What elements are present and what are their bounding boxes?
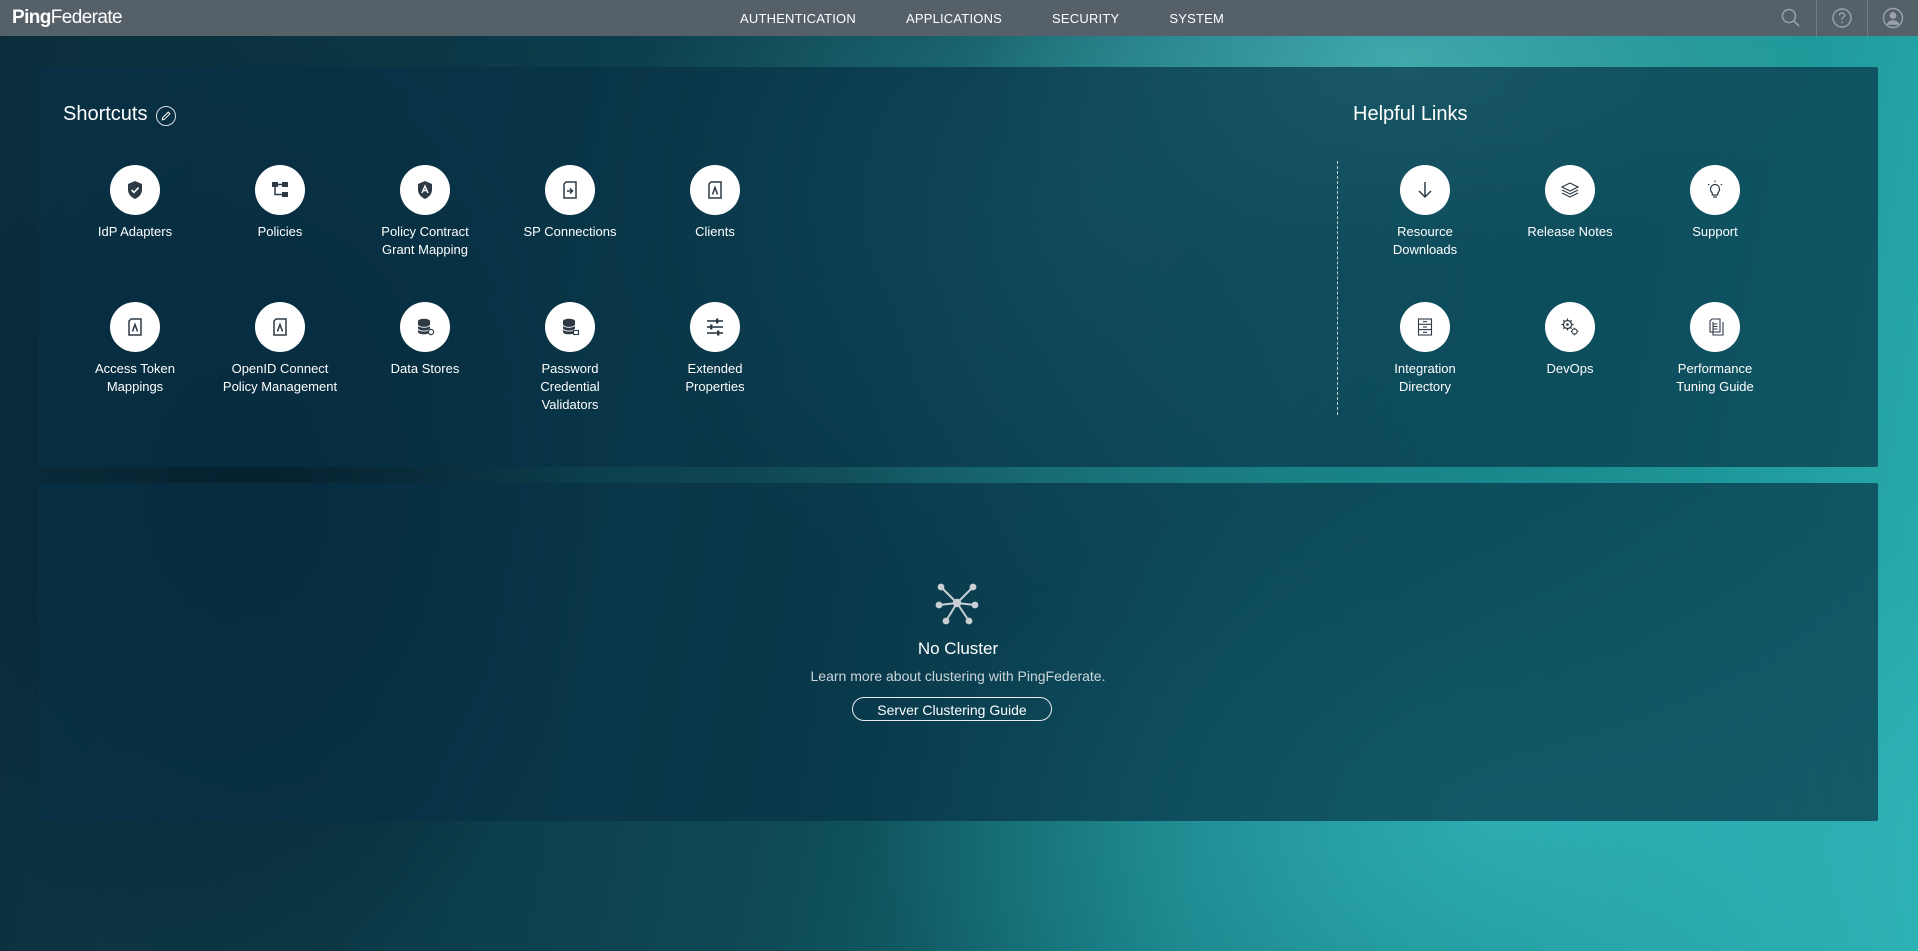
cluster-network-icon [935,583,979,625]
link-icon-circle [1400,165,1450,215]
shortcut-label: OpenID Connect Policy Management [222,361,338,394]
logo-bold-text: Ping [12,7,51,28]
shortcut-password-credential-validators[interactable]: Password Credential Validators [510,302,630,414]
shortcut-clients[interactable]: Clients [655,165,775,241]
main-nav: AUTHENTICATION APPLICATIONS SECURITY SYS… [740,0,1274,36]
section-divider [1337,161,1338,415]
sliders-icon [707,318,723,336]
shortcut-icon-circle [255,165,305,215]
shortcut-icon-circle [400,302,450,352]
top-icon-group [1766,0,1918,36]
shortcut-openid-connect-policy-management[interactable]: OpenID Connect Policy Management [220,302,340,396]
shortcut-label: Extended Properties [685,361,745,394]
shortcut-icon-circle [690,302,740,352]
shortcut-icon-circle [255,302,305,352]
gears-icon [1561,318,1579,336]
link-icon-circle [1400,302,1450,352]
download-arrow-icon [1418,182,1432,199]
shortcut-idp-adapters[interactable]: IdP Adapters [75,165,195,241]
nav-applications[interactable]: APPLICATIONS [906,11,1002,26]
shortcut-extended-properties[interactable]: Extended Properties [655,302,775,396]
top-navigation-bar: PingFederate AUTHENTICATION APPLICATIONS… [0,0,1918,36]
shortcut-label: Policy Contract Grant Mapping [381,224,469,257]
link-icon-circle [1545,302,1595,352]
nav-security[interactable]: SECURITY [1052,11,1119,26]
link-label: Resource Downloads [1392,224,1458,257]
link-label: Support [1692,224,1738,239]
link-devops[interactable]: DevOps [1510,302,1630,378]
shortcut-icon-circle [545,165,595,215]
shortcut-icon-circle [400,165,450,215]
database-icon [417,318,435,336]
shield-check-icon [128,181,142,199]
pingfederate-logo[interactable]: PingFederate [12,7,123,29]
link-icon-circle [1545,165,1595,215]
shortcut-access-token-mappings[interactable]: Access Token Mappings [75,302,195,396]
link-label: Integration Directory [1394,361,1456,394]
edit-shortcuts-button[interactable] [156,106,176,126]
user-menu-button[interactable] [1867,0,1918,36]
link-label: Release Notes [1527,224,1613,239]
help-icon [1832,8,1852,28]
helpful-links-title: Helpful Links [1353,103,1468,125]
documents-icon [1709,318,1724,336]
link-integration-directory[interactable]: Integration Directory [1365,302,1485,396]
link-label: Performance Tuning Guide [1676,361,1754,394]
database-lock-icon [562,318,580,336]
document-key-icon [708,181,722,199]
link-label: DevOps [1546,361,1594,376]
shortcut-label: Password Credential Validators [540,361,600,412]
shortcut-label: IdP Adapters [97,224,173,239]
shortcut-label: Access Token Mappings [95,361,175,394]
logo-light-text: Federate [50,7,123,28]
shortcut-data-stores[interactable]: Data Stores [365,302,485,378]
shortcut-policies[interactable]: Policies [220,165,340,241]
user-icon [1882,7,1904,29]
document-key-icon [128,318,142,336]
link-support[interactable]: Support [1655,165,1775,241]
shortcut-policy-contract-grant-mapping[interactable]: Policy Contract Grant Mapping [365,165,485,259]
shortcut-icon-circle [110,165,160,215]
nav-system[interactable]: SYSTEM [1169,11,1224,26]
help-button[interactable] [1816,0,1867,36]
document-arrow-icon [563,181,577,199]
shortcut-label: SP Connections [523,224,617,239]
cabinet-icon [1417,318,1433,336]
shortcut-icon-circle [110,302,160,352]
shortcut-icon-circle [690,165,740,215]
document-key-icon [273,318,287,336]
lightbulb-icon [1707,180,1723,198]
link-icon-circle [1690,165,1740,215]
server-clustering-guide-button[interactable]: Server Clustering Guide [852,697,1052,721]
shortcut-label: Data Stores [390,361,460,376]
shortcut-sp-connections[interactable]: SP Connections [510,165,630,241]
nav-authentication[interactable]: AUTHENTICATION [740,11,856,26]
shortcut-label: Clients [695,224,735,239]
cluster-panel: No Cluster Learn more about clustering w… [38,483,1878,821]
shortcuts-title: Shortcuts [63,103,148,125]
shortcut-icon-circle [545,302,595,352]
link-performance-tuning-guide[interactable]: Performance Tuning Guide [1655,302,1775,396]
shortcut-label: Policies [257,224,303,239]
cluster-description: Learn more about clustering with PingFed… [810,668,1106,684]
link-icon-circle [1690,302,1740,352]
layers-icon [1560,182,1580,198]
search-button[interactable] [1766,0,1816,36]
search-icon [1781,8,1800,27]
shield-badge-icon [418,181,432,199]
link-resource-downloads[interactable]: Resource Downloads [1365,165,1485,259]
shortcuts-panel: Shortcuts IdP Adapters Policies Policy C… [38,67,1878,467]
link-release-notes[interactable]: Release Notes [1510,165,1630,241]
pencil-icon [161,111,171,121]
policy-tree-icon [272,182,288,197]
cluster-title: No Cluster [917,639,999,658]
